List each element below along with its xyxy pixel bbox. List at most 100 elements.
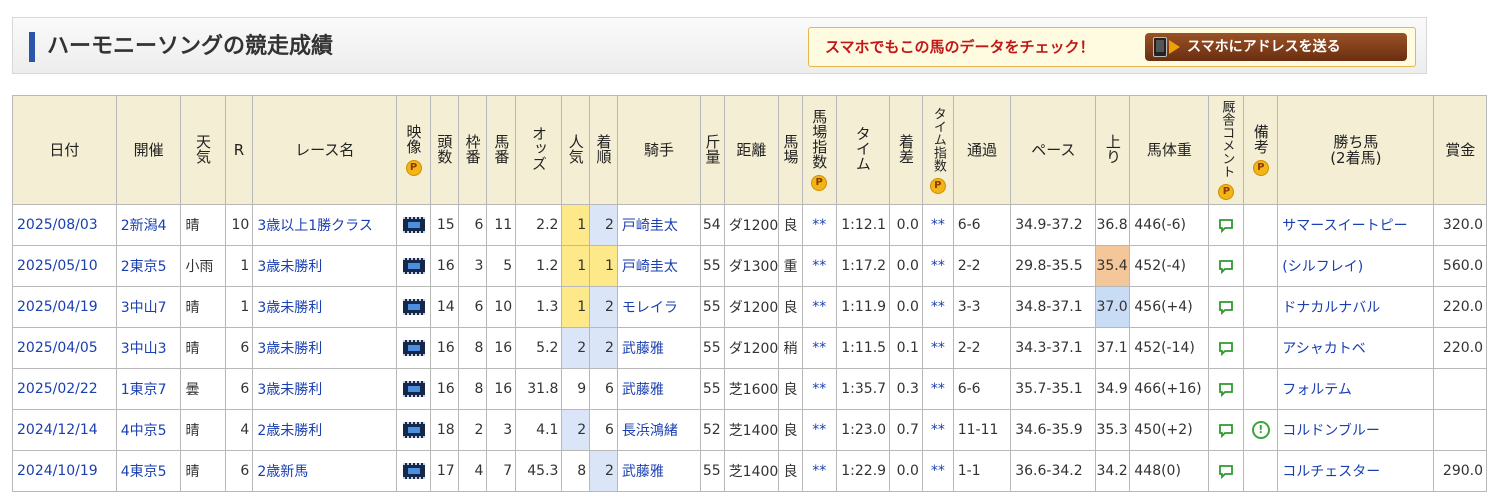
time-index-link-text[interactable]: ** xyxy=(931,381,945,397)
winner-link-text[interactable]: アシャカトベ xyxy=(1282,341,1365,357)
jockey-link-text[interactable]: 戸崎圭太 xyxy=(622,259,678,275)
film-icon[interactable] xyxy=(402,463,425,479)
track-index-link-text[interactable]: ** xyxy=(812,381,826,397)
track-index-link-text[interactable]: ** xyxy=(812,340,826,356)
stable-comment-cell[interactable] xyxy=(1208,409,1245,451)
jockey-link[interactable]: 長浜鴻緒 xyxy=(616,409,702,451)
race-name-link[interactable]: 3歳未勝利 xyxy=(252,327,398,369)
venue-link[interactable]: 1東京7 xyxy=(115,368,182,410)
jockey-link-text[interactable]: 武藤雅 xyxy=(622,382,664,398)
date-link[interactable]: 2024/12/14 xyxy=(12,409,117,451)
venue-link-text[interactable]: 4東京5 xyxy=(121,464,167,480)
race-name-link[interactable]: 2歳未勝利 xyxy=(252,409,398,451)
race-name-link-text[interactable]: 3歳未勝利 xyxy=(257,382,322,398)
date-link[interactable]: 2025/02/22 xyxy=(12,368,117,410)
date-link[interactable]: 2025/05/10 xyxy=(12,245,117,287)
date-link[interactable]: 2025/04/19 xyxy=(12,286,117,328)
jockey-link-text[interactable]: モレイラ xyxy=(622,300,678,316)
track-index-link-text[interactable]: ** xyxy=(812,217,826,233)
venue-link-text[interactable]: 4中京5 xyxy=(121,423,167,439)
race-name-link-text[interactable]: 2歳新馬 xyxy=(257,464,308,480)
race-name-link[interactable]: 3歳未勝利 xyxy=(252,286,398,328)
race-name-link-text[interactable]: 3歳未勝利 xyxy=(257,341,322,357)
jockey-link[interactable]: 武藤雅 xyxy=(616,327,702,369)
stable-comment-cell[interactable] xyxy=(1208,286,1245,328)
winner-link-text[interactable]: サマースイートピー xyxy=(1282,218,1407,234)
race-name-link[interactable]: 3歳未勝利 xyxy=(252,368,398,410)
exclamation-circle-icon[interactable]: ! xyxy=(1251,421,1270,439)
race-name-link-text[interactable]: 3歳未勝利 xyxy=(257,300,322,316)
stable-comment-cell[interactable] xyxy=(1208,245,1245,287)
track-index-link[interactable]: ** xyxy=(801,204,837,246)
venue-link-text[interactable]: 2新潟4 xyxy=(121,218,167,234)
race-name-link[interactable]: 2歳新馬 xyxy=(252,450,398,492)
date-link-text[interactable]: 2025/08/03 xyxy=(17,217,98,233)
date-link-text[interactable]: 2025/05/10 xyxy=(17,258,98,274)
venue-link[interactable]: 3中山3 xyxy=(115,327,182,369)
track-index-link[interactable]: ** xyxy=(801,450,837,492)
venue-link-text[interactable]: 2東京5 xyxy=(121,259,167,275)
time-index-link[interactable]: ** xyxy=(921,368,954,410)
video-cell[interactable] xyxy=(396,368,431,410)
date-link[interactable]: 2024/10/19 xyxy=(12,450,117,492)
race-name-link-text[interactable]: 3歳以上1勝クラス xyxy=(257,218,373,234)
track-index-link-text[interactable]: ** xyxy=(812,422,826,438)
winner-link-text[interactable]: コルドンブルー xyxy=(1282,423,1380,439)
time-index-link[interactable]: ** xyxy=(921,286,954,328)
video-cell[interactable] xyxy=(396,327,431,369)
time-index-link[interactable]: ** xyxy=(921,204,954,246)
film-icon[interactable] xyxy=(402,258,425,274)
time-index-link-text[interactable]: ** xyxy=(931,463,945,479)
track-index-link[interactable]: ** xyxy=(801,245,837,287)
race-name-link-text[interactable]: 3歳未勝利 xyxy=(257,259,322,275)
film-icon[interactable] xyxy=(402,299,425,315)
comment-icon[interactable] xyxy=(1219,219,1234,233)
time-index-link[interactable]: ** xyxy=(921,409,954,451)
film-icon[interactable] xyxy=(402,422,425,438)
winner-link-text[interactable]: ドナカルナバル xyxy=(1282,300,1380,316)
winner-link[interactable]: (シルフレイ) xyxy=(1277,245,1435,287)
venue-link-text[interactable]: 3中山3 xyxy=(121,341,167,357)
film-icon[interactable] xyxy=(402,340,425,356)
track-index-link[interactable]: ** xyxy=(801,286,837,328)
track-index-link[interactable]: ** xyxy=(801,368,837,410)
winner-link-text[interactable]: コルチェスター xyxy=(1282,464,1380,480)
date-link-text[interactable]: 2025/04/19 xyxy=(17,299,98,315)
video-cell[interactable] xyxy=(396,204,431,246)
date-link-text[interactable]: 2024/12/14 xyxy=(17,422,98,438)
send-address-button[interactable]: スマホにアドレスを送る xyxy=(1145,33,1407,61)
venue-link[interactable]: 4中京5 xyxy=(115,409,182,451)
jockey-link[interactable]: 戸崎圭太 xyxy=(616,245,702,287)
venue-link-text[interactable]: 1東京7 xyxy=(121,382,167,398)
stable-comment-cell[interactable] xyxy=(1208,204,1245,246)
jockey-link[interactable]: モレイラ xyxy=(616,286,702,328)
race-name-link[interactable]: 3歳以上1勝クラス xyxy=(252,204,398,246)
time-index-link-text[interactable]: ** xyxy=(931,422,945,438)
venue-link[interactable]: 4東京5 xyxy=(115,450,182,492)
film-icon[interactable] xyxy=(402,217,425,233)
comment-icon[interactable] xyxy=(1219,383,1234,397)
video-cell[interactable] xyxy=(396,245,431,287)
winner-link-text[interactable]: フォルテム xyxy=(1282,382,1352,398)
comment-icon[interactable] xyxy=(1219,260,1234,274)
comment-icon[interactable] xyxy=(1219,424,1234,438)
video-cell[interactable] xyxy=(396,286,431,328)
time-index-link[interactable]: ** xyxy=(921,327,954,369)
jockey-link-text[interactable]: 武藤雅 xyxy=(622,464,664,480)
time-index-link-text[interactable]: ** xyxy=(931,340,945,356)
time-index-link-text[interactable]: ** xyxy=(931,299,945,315)
race-name-link[interactable]: 3歳未勝利 xyxy=(252,245,398,287)
time-index-link-text[interactable]: ** xyxy=(931,258,945,274)
jockey-link[interactable]: 戸崎圭太 xyxy=(616,204,702,246)
date-link[interactable]: 2025/04/05 xyxy=(12,327,117,369)
time-index-link[interactable]: ** xyxy=(921,245,954,287)
track-index-link[interactable]: ** xyxy=(801,409,837,451)
venue-link[interactable]: 2東京5 xyxy=(115,245,182,287)
stable-comment-cell[interactable] xyxy=(1208,450,1245,492)
comment-icon[interactable] xyxy=(1219,465,1234,479)
video-cell[interactable] xyxy=(396,450,431,492)
track-index-link[interactable]: ** xyxy=(801,327,837,369)
date-link-text[interactable]: 2025/04/05 xyxy=(17,340,98,356)
time-index-link-text[interactable]: ** xyxy=(931,217,945,233)
jockey-link-text[interactable]: 武藤雅 xyxy=(622,341,664,357)
